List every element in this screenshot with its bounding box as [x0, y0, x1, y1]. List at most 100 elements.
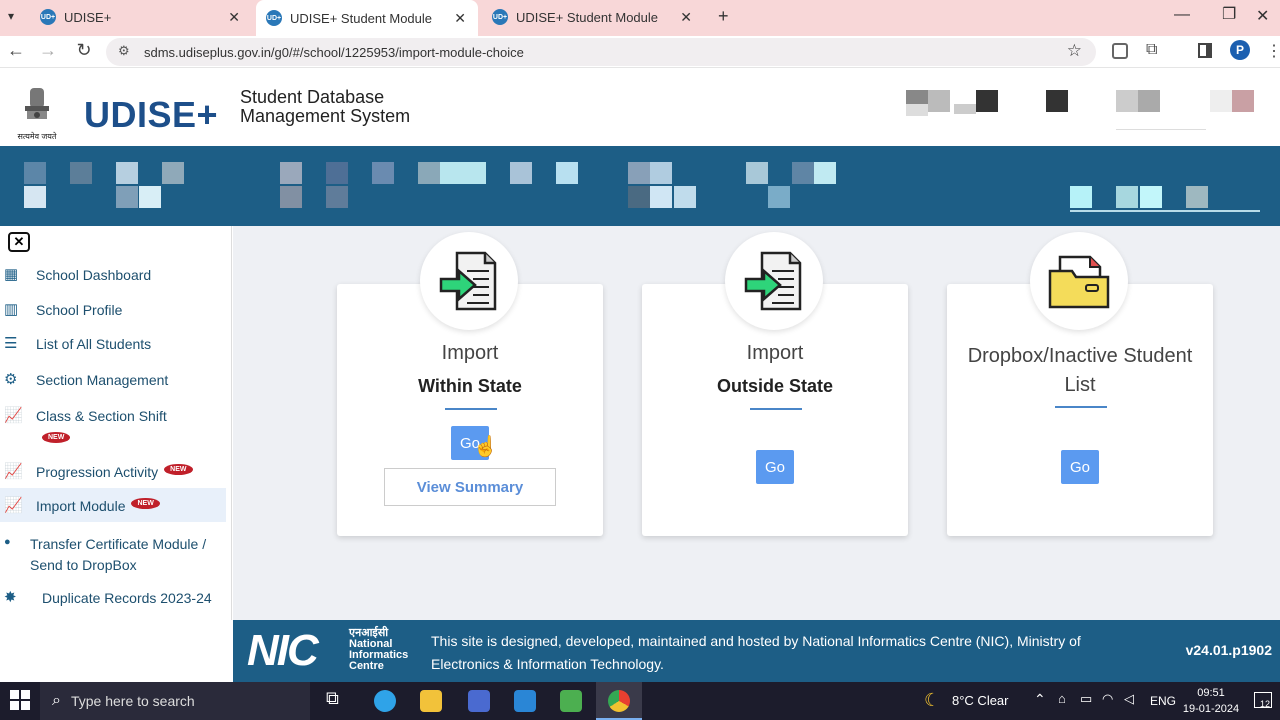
sidebar-item-transfer-certificate[interactable]: ● Transfer Certificate Module / Send to … [0, 534, 226, 576]
udise-favicon-icon: UD+ [266, 10, 282, 26]
sidebar-item-class-section-shift[interactable]: 📈 Class & Section Shift [0, 407, 226, 425]
view-summary-button[interactable]: View Summary [384, 468, 556, 506]
card-divider [750, 408, 802, 410]
puzzle-icon[interactable]: ⧉ [1146, 41, 1157, 59]
card-divider [1055, 406, 1107, 408]
blurred-school-info-5 [1070, 162, 1260, 212]
edge-icon[interactable] [374, 690, 396, 712]
sidebar-item-import-module[interactable]: 📈 Import Module NEW [0, 488, 226, 522]
tab-search-icon[interactable]: ▾ [8, 9, 14, 23]
close-tab-icon[interactable]: ✕ [680, 9, 692, 26]
menu-icon[interactable]: ⋮ [1266, 41, 1280, 61]
system-title-line2: Management System [240, 106, 411, 126]
minimize-icon[interactable]: — [1174, 6, 1190, 24]
windows-start-icon[interactable] [10, 690, 30, 710]
card-subtitle: Within State [418, 376, 522, 396]
nic-name-line3: Centre [349, 660, 384, 672]
moon-weather-icon: ☾ [924, 690, 941, 710]
mail-icon[interactable] [514, 690, 536, 712]
site-footer: NIC एनआईसी National Informatics Centre T… [233, 620, 1280, 682]
tab-title: UDISE+ [64, 9, 112, 25]
taskbar-search-box[interactable]: ⌕ Type here to search [40, 682, 310, 720]
sidebar-item-label: Progression Activity [36, 464, 159, 480]
new-badge: NEW [164, 464, 193, 475]
footer-text-line1: This site is designed, developed, mainta… [431, 633, 1081, 649]
sidebar-item-school-profile[interactable]: ▥ School Profile [0, 302, 226, 319]
language-select[interactable] [1116, 90, 1206, 130]
blurred-user-info [906, 90, 1076, 126]
site-info-icon[interactable]: ⚙ [118, 43, 130, 59]
card-title-line2: List [1064, 374, 1096, 396]
clock-date: 19-01-2024 [1182, 703, 1240, 715]
footer-text-line2: Electronics & Information Technology. [431, 656, 664, 672]
emblem-motto: सत्यमेव जयते [17, 132, 57, 141]
go-button[interactable]: Go [1061, 450, 1099, 484]
language-indicator[interactable]: ENG [1150, 694, 1176, 708]
task-view-icon[interactable]: ⧉ [326, 688, 348, 710]
sidebar-item-duplicate-records[interactable]: ✸ Duplicate Records 2023-24 [0, 589, 226, 607]
system-title-line1: Student Database [240, 87, 385, 107]
chart-line-icon: 📈 [4, 497, 23, 514]
volume-icon[interactable]: ◁ [1124, 691, 1134, 707]
battery-icon[interactable]: ▭ [1080, 691, 1092, 707]
address-bar-row: ← → ↻ ⚙ sdms.udiseplus.gov.in/g0/#/schoo… [0, 36, 1280, 68]
browser-tab-3[interactable]: UD+ UDISE+ Student Module ✕ [482, 0, 704, 34]
card-icon-circle [1030, 232, 1128, 330]
tab-title: UDISE+ Student Module [516, 9, 658, 25]
browser-tab-bar: ▾ UD+ UDISE+ ✕ UD+ UDISE+ Student Module… [0, 0, 1280, 36]
window-close-icon[interactable]: ✕ [1256, 6, 1269, 26]
close-tab-icon[interactable]: ✕ [454, 10, 466, 27]
chart-line-icon: 📈 [4, 407, 23, 424]
card-title-line1: Dropbox/Inactive Student [967, 345, 1193, 367]
network-icon[interactable]: ⌂ [1058, 691, 1066, 706]
url-text: sdms.udiseplus.gov.in/g0/#/school/122595… [144, 44, 524, 60]
weather-text[interactable]: 8°C Clear [952, 693, 1009, 708]
forward-icon[interactable]: → [36, 40, 60, 61]
search-placeholder: Type here to search [70, 693, 195, 709]
back-icon[interactable]: ← [4, 40, 28, 61]
bookmark-star-icon[interactable]: ☆ [1067, 41, 1082, 61]
duplicate-icon: ✸ [4, 589, 17, 606]
store-icon[interactable] [468, 690, 490, 712]
go-button[interactable]: Go [756, 450, 794, 484]
version-label: v24.01.p1902 [1185, 642, 1272, 658]
blurred-logo [1210, 90, 1270, 130]
url-field[interactable]: ⚙ sdms.udiseplus.gov.in/g0/#/school/1225… [106, 38, 1096, 66]
sidebar-item-school-dashboard[interactable]: ▦ School Dashboard [0, 267, 226, 284]
close-sidebar-icon[interactable]: ✕ [8, 232, 30, 252]
hand-cursor-icon: ☝ [473, 436, 498, 458]
app-icon[interactable] [560, 690, 582, 712]
sidebar-item-section-management[interactable]: ⚙ Section Management [0, 371, 226, 389]
chrome-taskbar-button[interactable] [596, 682, 642, 720]
browser-tab-2[interactable]: UD+ UDISE+ Student Module ✕ [256, 0, 478, 36]
nic-logo-text: एनआईसी National Informatics Centre [349, 628, 408, 672]
close-tab-icon[interactable]: ✕ [228, 9, 240, 26]
reload-icon[interactable]: ↻ [72, 40, 96, 61]
browser-tab-1[interactable]: UD+ UDISE+ ✕ [30, 0, 252, 34]
nic-logo: NIC [247, 626, 319, 675]
chart-line-icon: 📈 [4, 463, 23, 480]
windows-taskbar: ⌕ Type here to search ⧉ ☾ 8°C Clear ⌃ ⌂ … [0, 682, 1280, 720]
side-panel-icon[interactable] [1198, 43, 1212, 58]
tab-title: UDISE+ Student Module [290, 10, 432, 26]
file-explorer-icon[interactable] [420, 690, 442, 712]
sidebar-item-progression-activity[interactable]: 📈 Progression Activity NEW [0, 464, 226, 480]
sidebar-item-label: Class & Section Shift [36, 408, 167, 424]
wifi-icon[interactable]: ◠ [1102, 691, 1113, 707]
students-list-icon: ☰ [4, 335, 18, 352]
chrome-icon [608, 690, 630, 712]
profile-avatar[interactable]: P [1230, 40, 1250, 60]
notification-icon[interactable]: 12 [1254, 692, 1272, 709]
footer-credits: This site is designed, developed, mainta… [431, 630, 1081, 676]
clock[interactable]: 09:51 19-01-2024 [1180, 685, 1242, 717]
search-icon: ⌕ [52, 692, 61, 709]
sidebar: ✕ ▦ School Dashboard ▥ School Profile ☰ … [0, 226, 232, 620]
udise-favicon-icon: UD+ [492, 9, 508, 25]
extension-icon[interactable] [1112, 43, 1128, 59]
sidebar-item-list-of-all-students[interactable]: ☰ List of All Students [0, 335, 226, 353]
tray-chevron-icon[interactable]: ⌃ [1034, 691, 1046, 708]
gears-icon: ⚙ [4, 371, 18, 388]
card-title: Import [746, 342, 804, 364]
new-tab-icon[interactable]: + [718, 6, 729, 27]
restore-icon[interactable]: ❐ [1222, 4, 1236, 24]
